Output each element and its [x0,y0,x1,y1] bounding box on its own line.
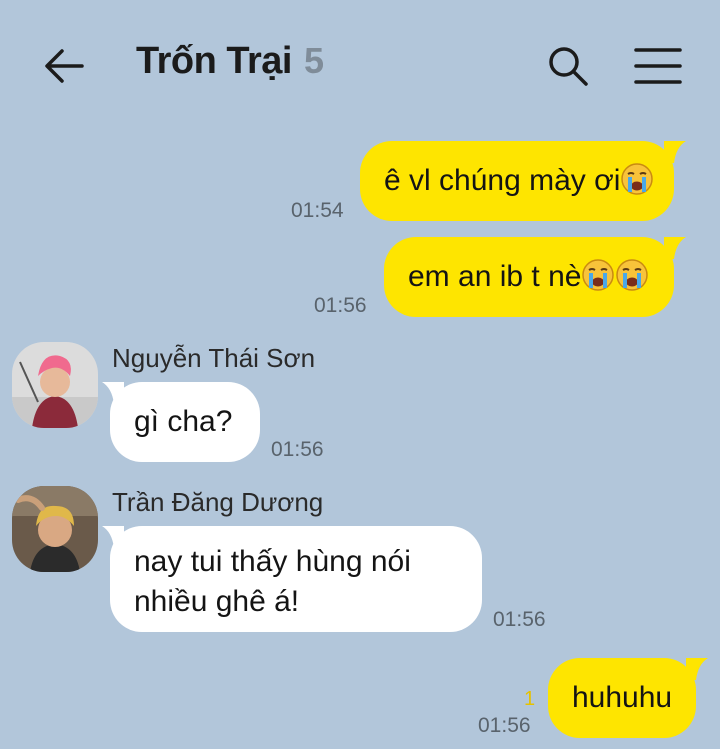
sender-name: Nguyễn Thái Sơn [112,343,316,373]
member-count: 5 [303,40,325,81]
message-bubble-mine[interactable]: huhuhu [548,658,696,738]
unread-count-badge: 1 [524,688,536,710]
message-text: gì cha? [134,405,233,438]
message-text-line: nay tui thấy hùng nói [134,545,411,578]
bubble-tail [102,526,124,548]
menu-button[interactable] [632,44,684,88]
loudly-crying-face-icon [616,259,649,291]
message-time: 01:56 [493,608,546,631]
back-button[interactable] [38,40,90,92]
chat-title-area: Trốn Trại 5 [136,40,324,90]
bubble-tail [102,382,124,404]
avatar[interactable] [12,486,98,572]
avatar[interactable] [12,342,98,428]
hamburger-menu-icon [634,48,682,84]
message-time: 01:54 [291,199,344,222]
message-text: ê vl chúng mày ơi [384,164,621,197]
profile-photo-icon [12,342,98,428]
arrow-left-icon [45,49,84,83]
message-text: em an ib t nè [408,260,582,293]
search-icon [549,47,588,86]
loudly-crying-face-icon [621,163,654,195]
bubble-tail [686,658,708,680]
loudly-crying-face-icon [582,259,615,291]
message-time: 01:56 [314,294,367,317]
sender-name: Trần Đăng Dương [112,487,324,517]
message-text-line: nhiều ghê á! [134,585,300,618]
message-bubble-other[interactable]: nay tui thấy hùng nói nhiều ghê á! [110,526,482,632]
message-bubble-other[interactable]: gì cha? [110,382,260,462]
search-button[interactable] [544,42,592,90]
bubble-tail [664,237,686,259]
chat-title: Trốn Trại [136,40,292,82]
message-time: 01:56 [478,714,531,737]
message-bubble-mine[interactable]: em an ib t nè [384,237,674,317]
message-text: huhuhu [572,681,673,714]
message-time: 01:56 [271,438,324,461]
message-bubble-mine[interactable]: ê vl chúng mày ơi [360,141,674,221]
bubble-tail [664,141,686,163]
chat-header: Trốn Trại 5 [0,0,720,125]
profile-photo-icon [12,486,98,572]
